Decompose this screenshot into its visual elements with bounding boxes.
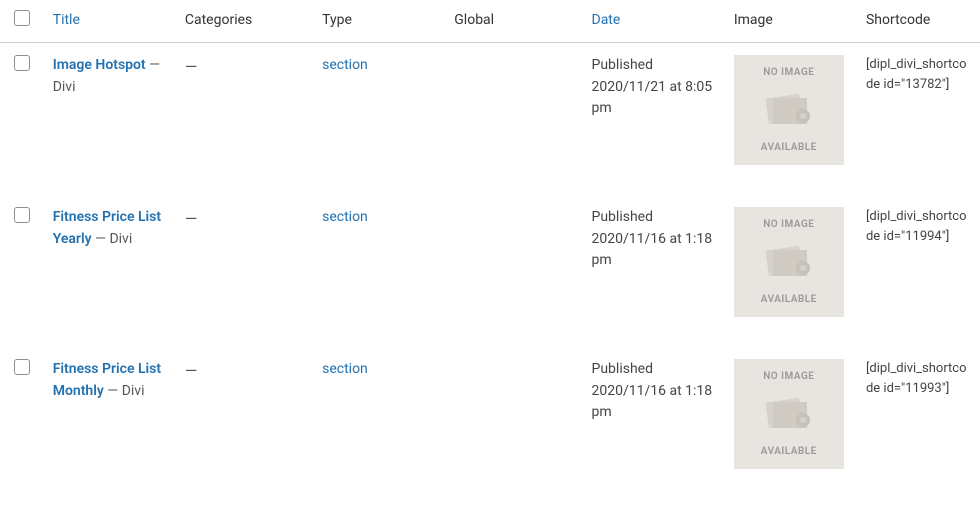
placeholder-bottom-text: AVAILABLE [761,444,817,460]
post-state: Divi [53,79,76,95]
placeholder-top-text: NO IMAGE [763,217,814,233]
header-shortcode: Shortcode [858,0,980,43]
categories-value: — [185,361,198,380]
header-image: Image [726,0,858,43]
placeholder-bottom-text: AVAILABLE [761,140,817,156]
header-global: Global [446,0,583,43]
table-row: Image Hotspot — Divi — section Published… [0,43,980,196]
table-header-row: Title Categories Type Global Date Image … [0,0,980,43]
categories-value: — [185,209,198,228]
library-table: Title Categories Type Global Date Image … [0,0,980,499]
select-all-checkbox[interactable] [14,10,30,26]
type-link[interactable]: section [322,209,368,225]
header-checkbox-cell [0,0,45,43]
post-state-sep: — [146,57,160,73]
thumbnail-placeholder: NO IMAGE AVAILABLE [734,359,844,469]
placeholder-top-text: NO IMAGE [763,65,814,81]
row-checkbox[interactable] [14,207,30,223]
date-status: Published [592,209,653,225]
post-state-sep: — [104,383,122,399]
shortcode-value: [dipl_divi_shortcode id="13782"] [866,57,967,92]
categories-value: — [185,57,198,76]
shortcode-value: [dipl_divi_shortcode id="11994"] [866,209,967,244]
row-checkbox[interactable] [14,55,30,71]
row-checkbox[interactable] [14,359,30,375]
header-date[interactable]: Date [584,0,726,43]
date-line: 2020/11/16 at 1:18 pm [592,231,713,269]
post-state: Divi [109,231,132,247]
date-line: 2020/11/16 at 1:18 pm [592,383,713,421]
thumbnail-placeholder: NO IMAGE AVAILABLE [734,55,844,165]
header-type: Type [314,0,446,43]
table-row: Fitness Price List Monthly — Divi — sect… [0,347,980,499]
placeholder-bottom-text: AVAILABLE [761,292,817,308]
type-link[interactable]: section [322,361,368,377]
header-categories: Categories [177,0,314,43]
post-state-sep: — [92,231,110,247]
photos-icon [761,242,817,282]
thumbnail-placeholder: NO IMAGE AVAILABLE [734,207,844,317]
date-status: Published [592,57,653,73]
type-link[interactable]: section [322,57,368,73]
post-state: Divi [122,383,145,399]
date-status: Published [592,361,653,377]
table-row: Fitness Price List Yearly — Divi — secti… [0,195,980,347]
photos-icon [761,90,817,130]
shortcode-value: [dipl_divi_shortcode id="11993"] [866,361,967,396]
photos-icon [761,394,817,434]
placeholder-top-text: NO IMAGE [763,369,814,385]
date-line: 2020/11/21 at 8:05 pm [592,79,713,117]
header-title[interactable]: Title [45,0,177,43]
row-title-link[interactable]: Image Hotspot [53,57,146,73]
